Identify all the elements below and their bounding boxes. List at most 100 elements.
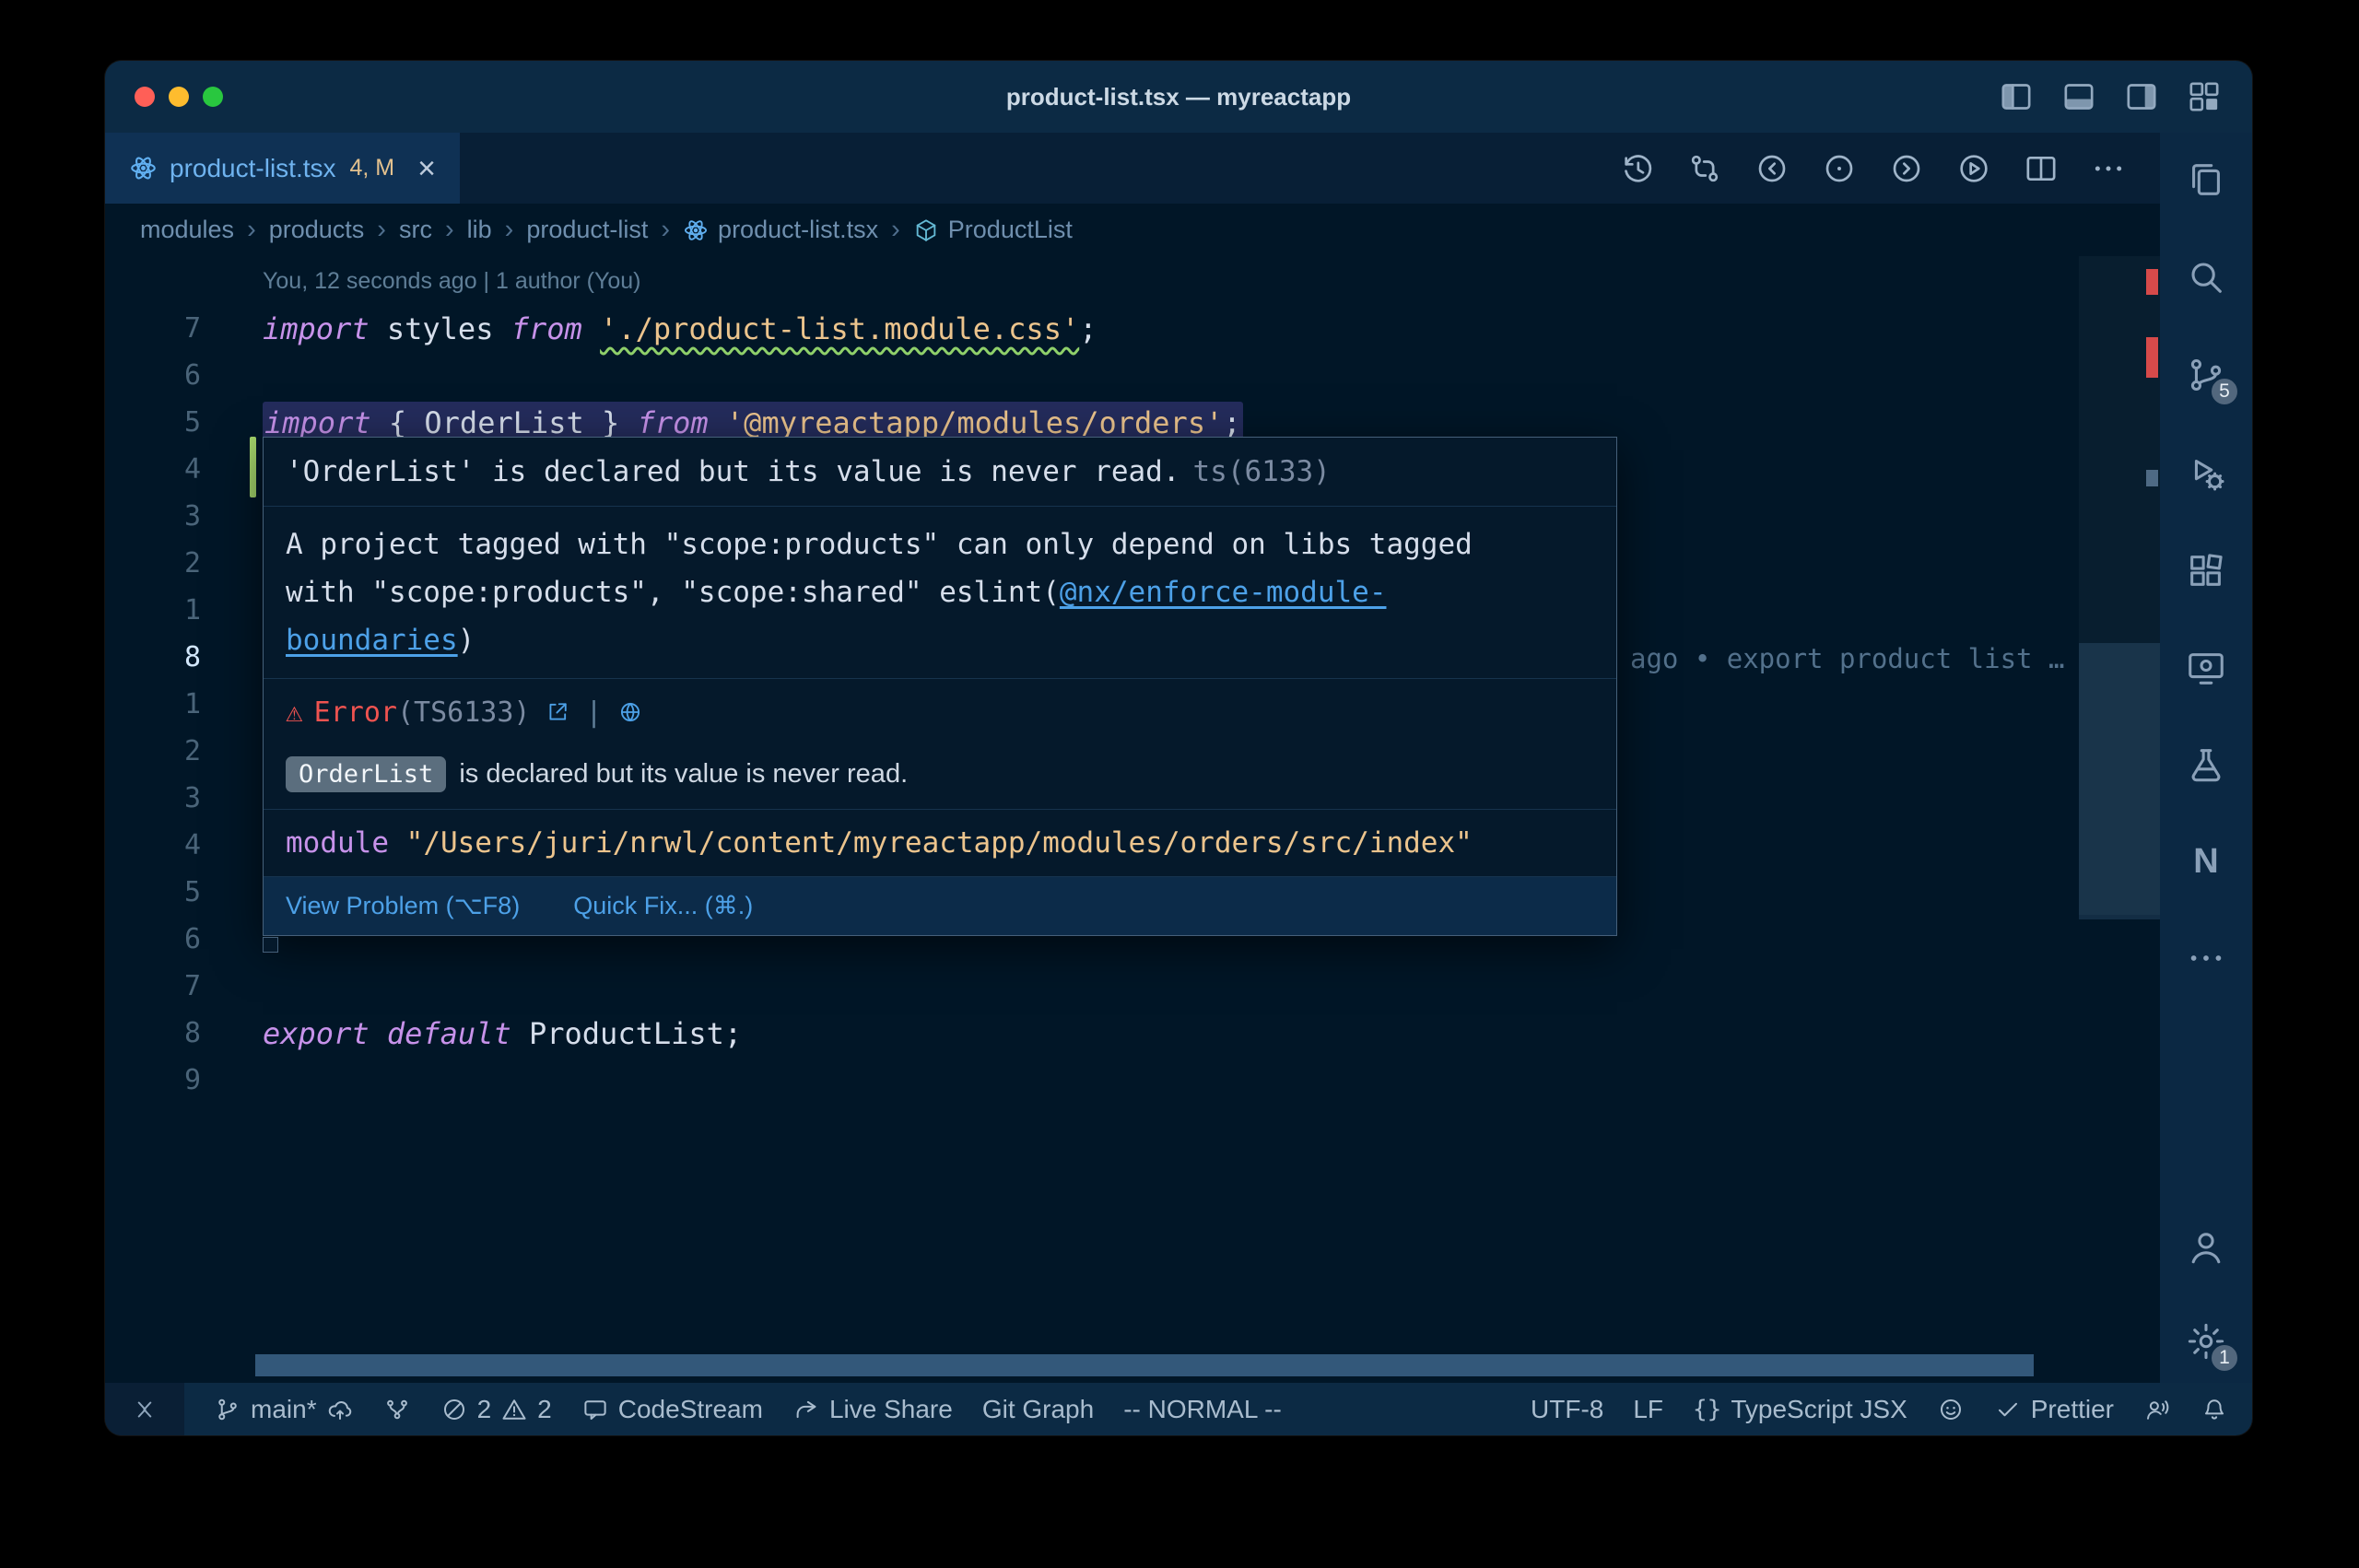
blame-line[interactable]: You, 12 seconds ago | 1 author (You)	[105, 258, 2160, 305]
line-number[interactable]: 8	[105, 1017, 243, 1049]
activity-explorer[interactable]	[2185, 158, 2227, 201]
line-number[interactable]: 3	[105, 782, 243, 814]
status-live-share[interactable]: Live Share	[792, 1395, 953, 1424]
close-window-button[interactable]	[135, 87, 155, 107]
code-line[interactable]: 6	[105, 352, 2160, 399]
run-icon[interactable]	[1955, 150, 1992, 187]
code-line[interactable]: 7import styles from './product-list.modu…	[105, 305, 2160, 352]
open-external-icon[interactable]	[545, 699, 570, 725]
breadcrumb-item[interactable]: product-list	[526, 216, 648, 244]
line-number[interactable]: 2	[105, 735, 243, 767]
extensions-icon	[2185, 549, 2227, 591]
module-path: "/Users/juri/nrwl/content/myreactapp/mod…	[406, 826, 1473, 860]
breadcrumb-separator: ›	[505, 215, 514, 245]
layout-grid-icon[interactable]	[2186, 78, 2223, 115]
breadcrumb-item[interactable]: modules	[140, 216, 234, 244]
activity-bar: 5 N 1	[2160, 133, 2252, 1383]
line-content: import styles from './product-list.modul…	[243, 311, 1097, 346]
more-icon[interactable]	[2090, 150, 2127, 187]
globe-icon[interactable]	[617, 699, 643, 725]
check-icon	[1994, 1396, 2022, 1423]
code-line[interactable]: 7	[105, 963, 2160, 1010]
breadcrumb-item[interactable]: products	[269, 216, 365, 244]
prev-change-icon[interactable]	[1754, 150, 1790, 187]
status-encoding[interactable]: UTF-8	[1531, 1395, 1603, 1424]
editor-toolbar	[1619, 133, 2160, 204]
status-branch[interactable]: main*	[214, 1395, 354, 1424]
layout-sidebar-right-icon[interactable]	[2123, 78, 2160, 115]
statusbar-right: UTF-8 LF {}TypeScript JSX Prettier	[1531, 1383, 2228, 1435]
line-number[interactable]: 2	[105, 547, 243, 579]
history-icon[interactable]	[1619, 150, 1656, 187]
tab-dirty-badge: 4, M	[350, 155, 395, 181]
line-number[interactable]: 6	[105, 923, 243, 955]
status-remote[interactable]	[105, 1383, 184, 1435]
status-language[interactable]: {}TypeScript JSX	[1693, 1395, 1907, 1424]
line-content: import { OrderList } from '@myreactapp/m…	[243, 405, 1243, 440]
status-prettier[interactable]: Prettier	[1994, 1395, 2114, 1424]
line-number[interactable]: 5	[105, 876, 243, 908]
hover-resize-handle[interactable]	[263, 937, 278, 953]
minimap-slider[interactable]	[2079, 643, 2160, 919]
code-line[interactable]: 8export default ProductList;	[105, 1010, 2160, 1057]
status-vim-mode[interactable]: -- NORMAL --	[1123, 1395, 1282, 1424]
tab-product-list[interactable]: product-list.tsx 4, M ×	[105, 133, 460, 204]
activity-search[interactable]	[2185, 256, 2227, 298]
next-change-icon[interactable]	[1888, 150, 1925, 187]
tab-close-icon[interactable]: ×	[417, 153, 436, 184]
activity-extensions[interactable]	[2185, 549, 2227, 591]
eslint-text-line2: with "scope:products", "scope:shared" es…	[286, 576, 1060, 609]
activity-accounts[interactable]	[2185, 1226, 2227, 1269]
status-problems[interactable]: 22	[440, 1395, 552, 1424]
line-number[interactable]: 5	[105, 406, 243, 439]
remote-icon	[131, 1396, 158, 1423]
breadcrumb-item[interactable]: ProductList	[913, 216, 1073, 244]
zoom-window-button[interactable]	[203, 87, 223, 107]
status-copilot[interactable]	[1937, 1396, 1965, 1423]
search-icon	[2185, 256, 2227, 298]
line-number[interactable]: 1	[105, 594, 243, 626]
breadcrumb-item[interactable]: src	[399, 216, 432, 244]
status-git-graph[interactable]: Git Graph	[982, 1395, 1094, 1424]
eslint-rule-link[interactable]: boundaries	[286, 624, 458, 657]
remote-explorer-icon	[2185, 647, 2227, 689]
status-codestream[interactable]: CodeStream	[581, 1395, 763, 1424]
status-feedback[interactable]	[2143, 1396, 2171, 1423]
circle-icon[interactable]	[1821, 150, 1858, 187]
ellipsis-icon	[2185, 937, 2227, 979]
layout-sidebar-left-icon[interactable]	[1998, 78, 2035, 115]
line-number[interactable]: 4	[105, 829, 243, 861]
activity-settings[interactable]: 1	[2185, 1320, 2227, 1363]
activity-remote-explorer[interactable]	[2185, 647, 2227, 689]
horizontal-scrollbar[interactable]	[255, 1354, 2034, 1376]
activity-testing[interactable]	[2185, 744, 2227, 787]
line-number[interactable]: 4	[105, 453, 243, 486]
layout-panel-icon[interactable]	[2060, 78, 2097, 115]
editor[interactable]: You, 12 seconds ago | 1 author (You)7imp…	[105, 256, 2160, 1383]
minimize-window-button[interactable]	[169, 87, 189, 107]
line-number[interactable]: 7	[105, 312, 243, 345]
error-message: 'OrderList' is declared but its value is…	[286, 455, 1180, 488]
line-number[interactable]: 8	[105, 641, 243, 673]
status-notifications[interactable]	[2201, 1396, 2228, 1423]
line-number[interactable]: 9	[105, 1064, 243, 1096]
breadcrumb-item[interactable]: product-list.tsx	[683, 216, 878, 244]
activity-more-views[interactable]	[2185, 937, 2227, 979]
breadcrumb-item[interactable]: lib	[467, 216, 492, 244]
breadcrumb-separator: ›	[445, 215, 454, 245]
line-number[interactable]: 3	[105, 500, 243, 532]
view-problem-button[interactable]: View Problem (⌥F8)	[286, 892, 520, 920]
split-editor-icon[interactable]	[2023, 150, 2060, 187]
eslint-rule-link[interactable]: @nx/enforce-module-	[1060, 576, 1387, 609]
line-number[interactable]: 7	[105, 970, 243, 1002]
activity-source-control[interactable]: 5	[2185, 354, 2227, 396]
activity-nx-console[interactable]: N	[2193, 842, 2218, 882]
activity-run-debug[interactable]	[2185, 451, 2227, 494]
status-gitlens[interactable]	[383, 1396, 411, 1423]
status-eol[interactable]: LF	[1633, 1395, 1663, 1424]
code-line[interactable]: 9	[105, 1057, 2160, 1104]
compare-icon[interactable]	[1686, 150, 1723, 187]
line-number[interactable]: 1	[105, 688, 243, 720]
line-number[interactable]: 6	[105, 359, 243, 392]
quick-fix-button[interactable]: Quick Fix... (⌘.)	[573, 892, 753, 920]
